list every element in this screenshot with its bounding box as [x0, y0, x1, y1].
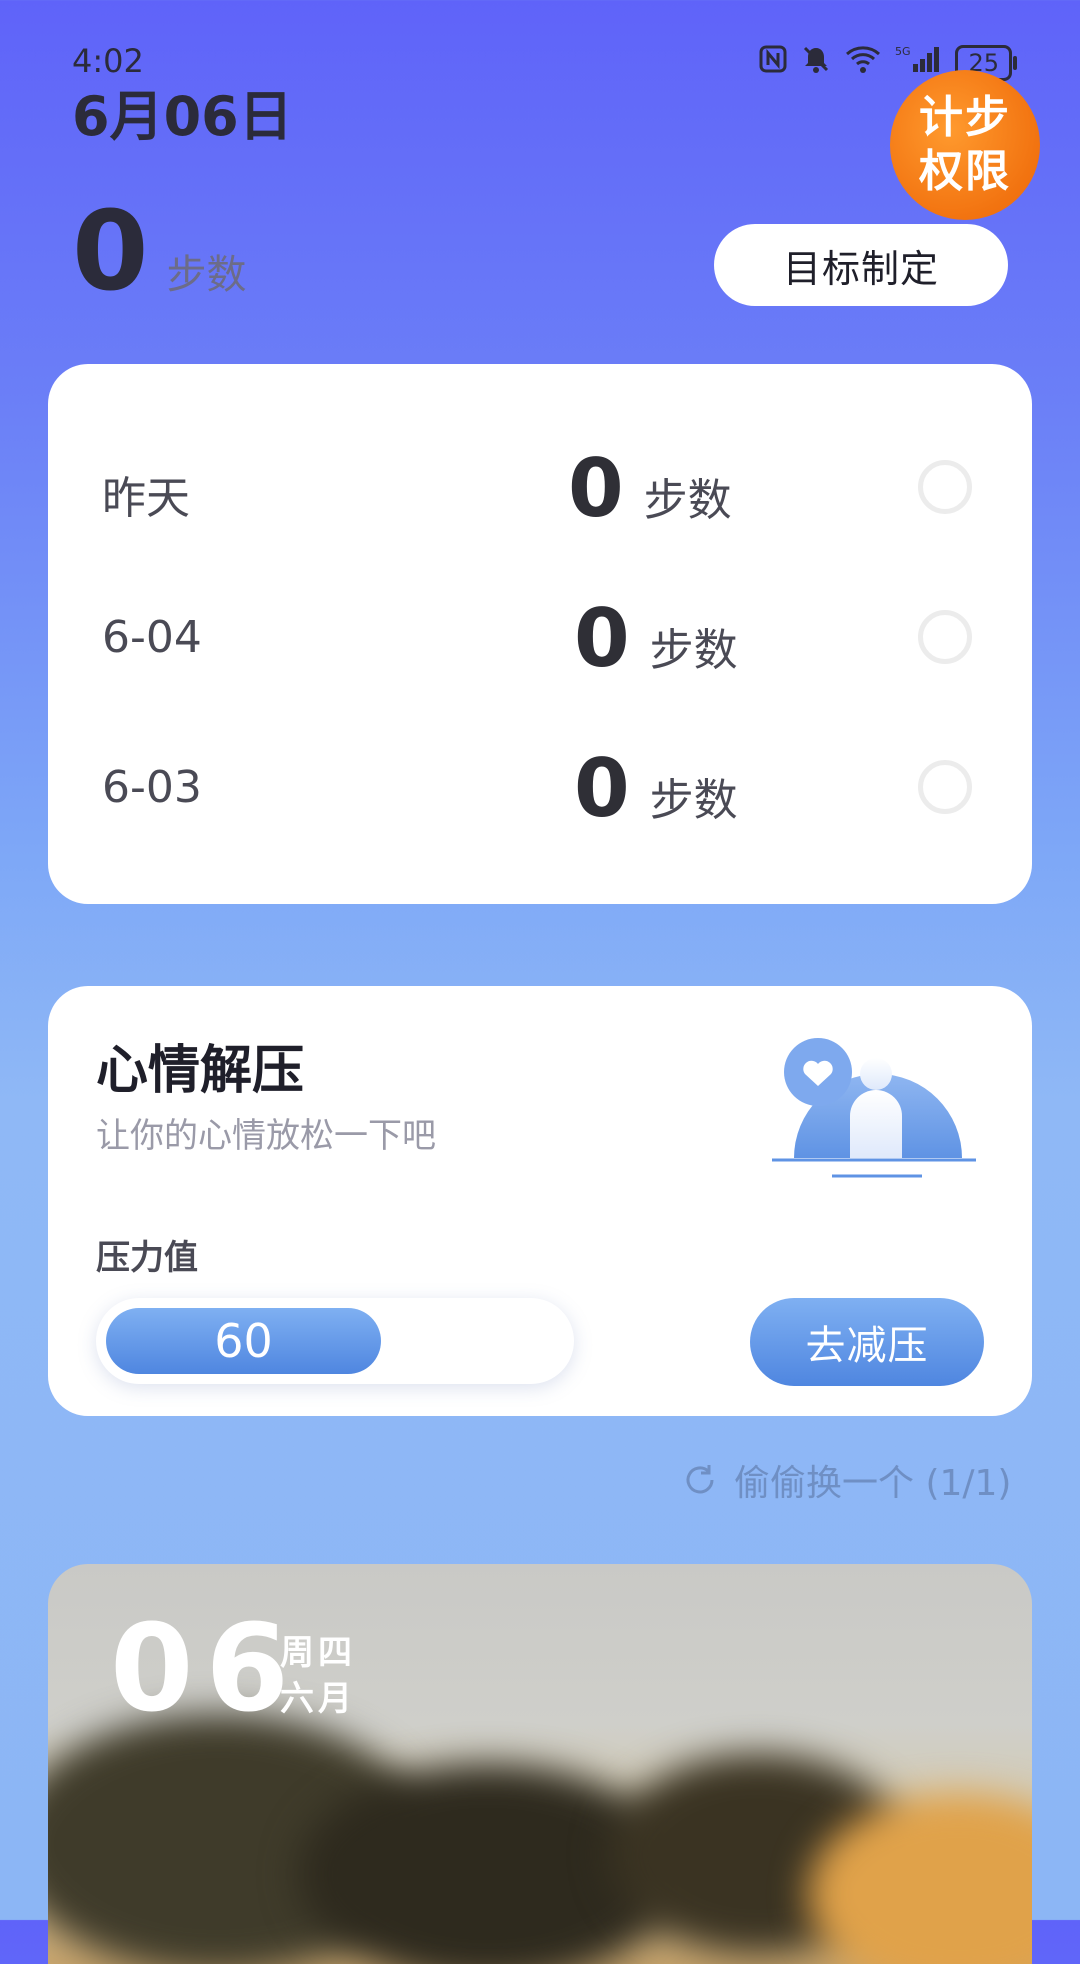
mood-subtitle: 让你的心情放松一下吧	[96, 1116, 436, 1156]
history-row: 昨天 0 步数	[48, 434, 1032, 544]
pressure-label: 压力值	[96, 1238, 198, 1278]
permission-badge-line2: 权限	[919, 146, 1011, 197]
step-permission-badge[interactable]: 计步 权限	[890, 70, 1040, 220]
today-steps-unit: 步数	[166, 252, 247, 298]
pressure-track: 60	[96, 1298, 574, 1384]
history-steps: 0	[568, 442, 624, 535]
history-count: 0 步数	[568, 434, 732, 534]
swap-link[interactable]: 偷偷换一个 (1/1)	[682, 1454, 1011, 1506]
photo-day: 06	[110, 1600, 301, 1739]
history-steps: 0	[574, 592, 630, 685]
photo-month: 六月	[280, 1679, 356, 1719]
nfc-icon	[759, 45, 787, 80]
bell-off-icon	[801, 44, 831, 81]
mood-title: 心情解压	[96, 1041, 305, 1101]
step-history-card: 昨天 0 步数 6-04 0 步数 6-03 0 步数	[48, 364, 1032, 904]
history-row: 6-04 0 步数	[48, 584, 1032, 694]
relax-button[interactable]: 去减压	[750, 1298, 984, 1386]
status-circle-icon	[918, 610, 972, 664]
permission-badge-line1: 计步	[919, 92, 1011, 143]
goal-setting-button[interactable]: 目标制定	[714, 224, 1008, 306]
history-date: 6-03	[102, 762, 202, 813]
photo-date-side: 周四 六月	[280, 1630, 356, 1722]
daily-photo-card[interactable]: 06 周四 六月	[48, 1564, 1032, 1964]
history-date: 昨天	[102, 473, 190, 524]
status-circle-icon	[918, 760, 972, 814]
history-count: 0 步数	[574, 734, 738, 834]
pressure-value: 60	[214, 1314, 273, 1368]
refresh-icon	[682, 1462, 718, 1498]
swap-label: 偷偷换一个 (1/1)	[734, 1463, 1012, 1504]
date-title: 6月06日	[72, 85, 293, 148]
status-circle-icon	[918, 460, 972, 514]
history-row: 6-03 0 步数	[48, 734, 1032, 844]
history-unit: 步数	[643, 475, 732, 526]
wifi-icon	[845, 44, 881, 81]
history-unit: 步数	[649, 775, 738, 826]
pressure-fill: 60	[106, 1308, 381, 1374]
svg-text:5G: 5G	[895, 45, 911, 58]
mood-relief-card: 心情解压 让你的心情放松一下吧 压力值 60 去减压	[48, 986, 1032, 1416]
history-date: 6-04	[102, 612, 202, 663]
today-steps: 0 步数	[72, 196, 247, 306]
today-steps-count: 0	[72, 187, 149, 315]
photo-weekday: 周四	[280, 1633, 356, 1673]
history-unit: 步数	[649, 625, 738, 676]
history-steps: 0	[574, 742, 630, 835]
person-heart-icon	[772, 1030, 992, 1180]
history-count: 0 步数	[574, 584, 738, 684]
